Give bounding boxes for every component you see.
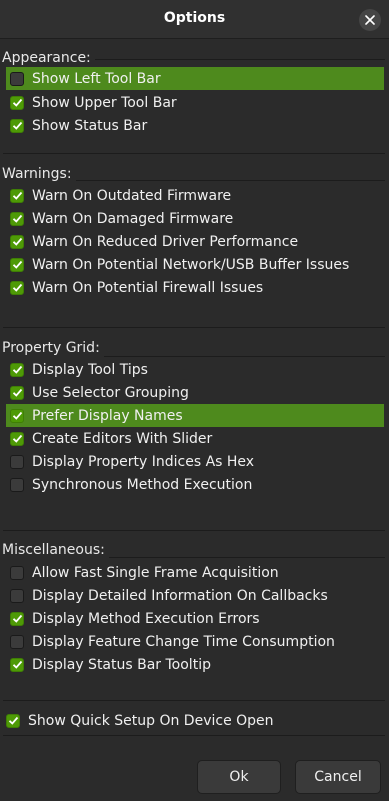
option-label: Display Method Execution Errors xyxy=(32,610,260,627)
checkbox[interactable] xyxy=(10,118,24,133)
option-label: Display Tool Tips xyxy=(32,361,148,378)
option-warn-network-usb-buffer[interactable]: Warn On Potential Network/USB Buffer Iss… xyxy=(6,253,384,276)
close-button[interactable] xyxy=(359,9,381,31)
checkbox[interactable] xyxy=(10,71,24,86)
option-display-method-execution-errors[interactable]: Display Method Execution Errors xyxy=(6,607,384,630)
checkbox[interactable] xyxy=(10,657,24,672)
dialog-title: Options xyxy=(163,10,226,26)
option-label: Use Selector Grouping xyxy=(32,384,189,401)
section-separator xyxy=(3,735,385,736)
checkbox[interactable] xyxy=(10,188,24,203)
checkmark-icon xyxy=(12,191,22,200)
checkmark-icon xyxy=(12,283,22,292)
checkbox[interactable] xyxy=(10,565,24,580)
checkmark-icon xyxy=(12,434,22,443)
checkmark-icon xyxy=(12,237,22,246)
checkbox[interactable] xyxy=(10,211,24,226)
option-label: Show Upper Tool Bar xyxy=(32,94,177,111)
option-warn-firewall-issues[interactable]: Warn On Potential Firewall Issues xyxy=(6,276,384,299)
checkmark-icon xyxy=(12,411,22,420)
option-display-status-bar-tooltip[interactable]: Display Status Bar Tooltip xyxy=(6,653,384,676)
checkbox[interactable] xyxy=(10,362,24,377)
option-synchronous-method-execution[interactable]: Synchronous Method Execution xyxy=(6,473,384,496)
section-title-warnings: Warnings: xyxy=(2,166,76,183)
option-label: Show Left Tool Bar xyxy=(32,70,161,87)
option-show-left-tool-bar[interactable]: Show Left Tool Bar xyxy=(6,67,384,90)
checkmark-icon xyxy=(12,121,22,130)
option-label: Synchronous Method Execution xyxy=(32,476,253,493)
option-label: Display Feature Change Time Consumption xyxy=(32,633,335,650)
checkbox[interactable] xyxy=(10,257,24,272)
checkmark-icon xyxy=(12,388,22,397)
section-separator xyxy=(3,153,385,154)
option-label: Warn On Damaged Firmware xyxy=(32,210,234,227)
ok-button[interactable]: Ok xyxy=(197,760,281,794)
checkmark-icon xyxy=(12,214,22,223)
option-create-editors-with-slider[interactable]: Create Editors With Slider xyxy=(6,427,384,450)
option-label: Prefer Display Names xyxy=(32,407,183,424)
option-label: Warn On Outdated Firmware xyxy=(32,187,232,204)
option-use-selector-grouping[interactable]: Use Selector Grouping xyxy=(6,381,384,404)
checkmark-icon xyxy=(12,660,22,669)
option-label: Allow Fast Single Frame Acquisition xyxy=(32,564,279,581)
option-label: Display Status Bar Tooltip xyxy=(32,656,211,673)
checkmark-icon xyxy=(12,365,22,374)
option-label: Warn On Reduced Driver Performance xyxy=(32,233,299,250)
option-display-detailed-callbacks[interactable]: Display Detailed Information On Callback… xyxy=(6,584,384,607)
option-allow-fast-single-frame[interactable]: Allow Fast Single Frame Acquisition xyxy=(6,561,384,584)
checkmark-icon xyxy=(8,716,18,725)
option-show-upper-tool-bar[interactable]: Show Upper Tool Bar xyxy=(6,91,384,114)
checkbox[interactable] xyxy=(6,713,20,728)
option-prefer-display-names[interactable]: Prefer Display Names xyxy=(6,404,384,427)
section-title-appearance: Appearance: xyxy=(2,50,95,67)
section-separator xyxy=(3,530,385,531)
option-warn-reduced-driver-performance[interactable]: Warn On Reduced Driver Performance xyxy=(6,230,384,253)
option-show-status-bar[interactable]: Show Status Bar xyxy=(6,114,384,137)
checkbox[interactable] xyxy=(10,280,24,295)
option-warn-damaged-firmware[interactable]: Warn On Damaged Firmware xyxy=(6,207,384,230)
option-label: Show Quick Setup On Device Open xyxy=(28,712,274,729)
checkmark-icon xyxy=(12,260,22,269)
close-icon xyxy=(365,15,375,25)
section-title-miscellaneous: Miscellaneous: xyxy=(2,542,109,559)
option-warn-outdated-firmware[interactable]: Warn On Outdated Firmware xyxy=(6,184,384,207)
option-label: Warn On Potential Firewall Issues xyxy=(32,279,264,296)
checkbox[interactable] xyxy=(10,611,24,626)
checkbox[interactable] xyxy=(10,431,24,446)
option-display-tool-tips[interactable]: Display Tool Tips xyxy=(6,358,384,381)
section-separator xyxy=(3,700,385,701)
checkbox[interactable] xyxy=(10,95,24,110)
checkmark-icon xyxy=(12,614,22,623)
checkbox[interactable] xyxy=(10,454,24,469)
cancel-button[interactable]: Cancel xyxy=(295,760,381,794)
option-label: Warn On Potential Network/USB Buffer Iss… xyxy=(32,256,350,273)
option-label: Display Property Indices As Hex xyxy=(32,453,255,470)
option-show-quick-setup[interactable]: Show Quick Setup On Device Open xyxy=(2,709,380,732)
title-bar: Options xyxy=(0,0,389,39)
checkbox[interactable] xyxy=(10,477,24,492)
option-display-feature-change-time[interactable]: Display Feature Change Time Consumption xyxy=(6,630,384,653)
option-label: Create Editors With Slider xyxy=(32,430,213,447)
checkbox[interactable] xyxy=(10,385,24,400)
option-label: Display Detailed Information On Callback… xyxy=(32,587,328,604)
checkbox[interactable] xyxy=(10,634,24,649)
option-display-property-indices-hex[interactable]: Display Property Indices As Hex xyxy=(6,450,384,473)
checkbox[interactable] xyxy=(10,588,24,603)
section-separator xyxy=(3,327,385,328)
section-title-property-grid: Property Grid: xyxy=(2,340,104,357)
checkbox[interactable] xyxy=(10,234,24,249)
checkmark-icon xyxy=(12,98,22,107)
checkbox[interactable] xyxy=(10,408,24,423)
option-label: Show Status Bar xyxy=(32,117,148,134)
